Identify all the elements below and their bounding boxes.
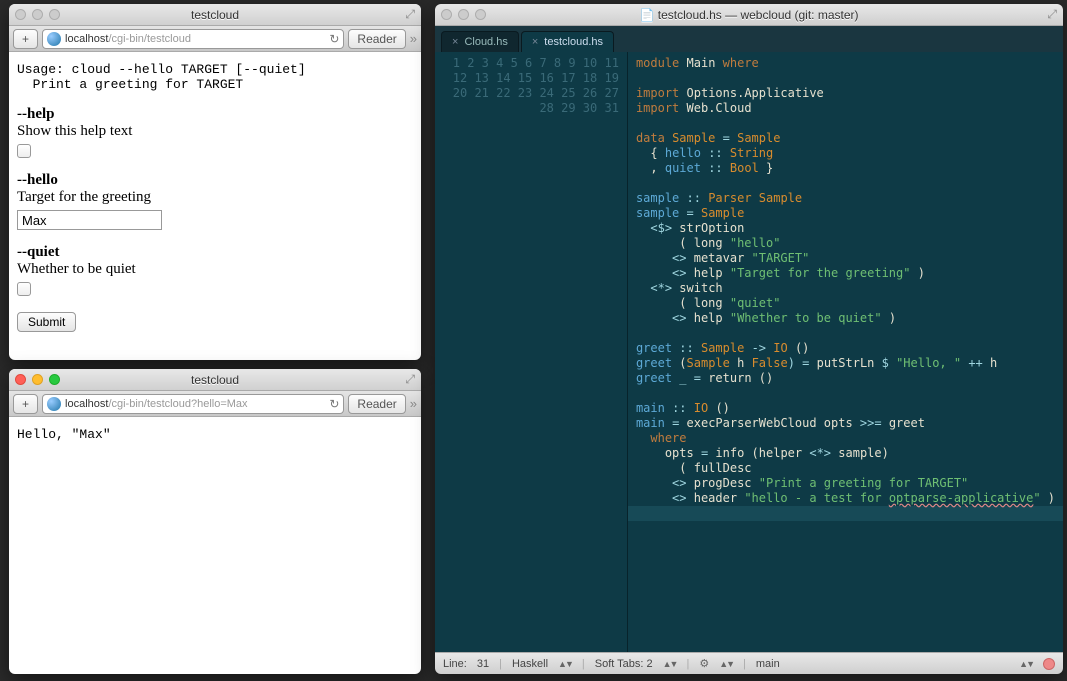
titlebar[interactable]: testcloud ⤢ xyxy=(9,4,421,26)
status-line-value: 31 xyxy=(477,658,489,670)
globe-icon xyxy=(47,32,61,46)
minimize-icon[interactable] xyxy=(32,9,43,20)
close-icon[interactable] xyxy=(441,9,452,20)
browser-toolbar: + localhost/cgi-bin/testcloud?hello=Max … xyxy=(9,391,421,417)
status-language[interactable]: Haskell xyxy=(512,658,548,670)
reader-button[interactable]: Reader xyxy=(348,394,405,414)
opt-quiet-desc: Whether to be quiet xyxy=(17,261,413,278)
titlebar[interactable]: testcloud ⤢ xyxy=(9,369,421,391)
gear-icon[interactable]: ⚙ xyxy=(699,657,709,670)
window-title: 📄 testcloud.hs — webcloud (git: master) xyxy=(435,8,1063,22)
window-title: testcloud xyxy=(9,373,421,387)
editor-tabbar: ×Cloud.hs ×testcloud.hs xyxy=(435,26,1063,52)
reader-button[interactable]: Reader xyxy=(348,29,405,49)
reload-icon[interactable]: ↻ xyxy=(329,397,339,411)
opt-hello-desc: Target for the greeting xyxy=(17,189,413,206)
zoom-icon[interactable] xyxy=(49,374,60,385)
opt-help-name: --help xyxy=(17,106,413,123)
dropdown-icon[interactable]: ▲▼ xyxy=(663,659,677,669)
url-text: localhost/cgi-bin/testcloud xyxy=(65,33,191,45)
dropdown-icon[interactable]: ▲▼ xyxy=(558,659,572,669)
usage-text: Usage: cloud --hello TARGET [--quiet] Pr… xyxy=(17,62,413,92)
close-icon[interactable] xyxy=(15,9,26,20)
code-lines[interactable]: module Main where import Options.Applica… xyxy=(628,52,1063,652)
globe-icon xyxy=(47,397,61,411)
page-content: Hello, "Max" xyxy=(9,417,421,466)
url-text: localhost/cgi-bin/testcloud?hello=Max xyxy=(65,398,248,410)
traffic-lights[interactable] xyxy=(15,9,60,20)
opt-help-desc: Show this help text xyxy=(17,123,413,140)
new-tab-button[interactable]: + xyxy=(13,394,38,414)
tab-testcloud-hs[interactable]: ×testcloud.hs xyxy=(521,31,614,52)
status-branch[interactable]: main xyxy=(756,658,780,670)
overflow-icon[interactable]: » xyxy=(410,396,417,411)
editor-statusbar: Line: 31 | Haskell ▲▼ | Soft Tabs: 2 ▲▼ … xyxy=(435,652,1063,674)
zoom-icon[interactable] xyxy=(475,9,486,20)
opt-hello-name: --hello xyxy=(17,172,413,189)
document-icon: 📄 xyxy=(639,8,654,22)
greeting-output: Hello, "Max" xyxy=(17,427,413,442)
reload-icon[interactable]: ↻ xyxy=(329,32,339,46)
overflow-icon[interactable]: » xyxy=(410,31,417,46)
page-content: Usage: cloud --hello TARGET [--quiet] Pr… xyxy=(9,52,421,342)
minimize-icon[interactable] xyxy=(458,9,469,20)
new-tab-button[interactable]: + xyxy=(13,29,38,49)
window-title: testcloud xyxy=(9,8,421,22)
address-bar[interactable]: localhost/cgi-bin/testcloud?hello=Max ↻ xyxy=(42,394,344,414)
browser-window-result: testcloud ⤢ + localhost/cgi-bin/testclou… xyxy=(9,369,421,674)
browser-window-form: testcloud ⤢ + localhost/cgi-bin/testclou… xyxy=(9,4,421,360)
close-icon[interactable] xyxy=(15,374,26,385)
tab-cloud-hs[interactable]: ×Cloud.hs xyxy=(441,31,519,52)
status-tabs[interactable]: Soft Tabs: 2 xyxy=(595,658,653,670)
close-tab-icon[interactable]: × xyxy=(452,36,458,48)
close-tab-icon[interactable]: × xyxy=(532,36,538,48)
expand-icon[interactable]: ⤢ xyxy=(405,372,415,387)
quiet-checkbox[interactable] xyxy=(17,282,31,296)
zoom-icon[interactable] xyxy=(49,9,60,20)
expand-icon[interactable]: ⤢ xyxy=(405,7,415,22)
editor-window: 📄 testcloud.hs — webcloud (git: master) … xyxy=(435,4,1063,674)
hello-input[interactable] xyxy=(17,210,162,230)
help-checkbox[interactable] xyxy=(17,144,31,158)
traffic-lights[interactable] xyxy=(15,374,60,385)
minimize-icon[interactable] xyxy=(32,374,43,385)
address-bar[interactable]: localhost/cgi-bin/testcloud ↻ xyxy=(42,29,344,49)
traffic-lights[interactable] xyxy=(441,9,486,20)
submit-button[interactable]: Submit xyxy=(17,312,76,332)
code-area[interactable]: 1 2 3 4 5 6 7 8 9 10 11 12 13 14 15 16 1… xyxy=(435,52,1063,652)
dropdown-icon[interactable]: ▲▼ xyxy=(719,659,733,669)
dropdown-icon[interactable]: ▲▼ xyxy=(1019,659,1033,669)
line-gutter: 1 2 3 4 5 6 7 8 9 10 11 12 13 14 15 16 1… xyxy=(435,52,628,652)
opt-quiet-name: --quiet xyxy=(17,244,413,261)
expand-icon[interactable]: ⤢ xyxy=(1047,7,1057,22)
browser-toolbar: + localhost/cgi-bin/testcloud ↻ Reader » xyxy=(9,26,421,52)
status-line-label: Line: xyxy=(443,658,467,670)
titlebar[interactable]: 📄 testcloud.hs — webcloud (git: master) … xyxy=(435,4,1063,26)
status-dot-icon[interactable] xyxy=(1043,658,1055,670)
